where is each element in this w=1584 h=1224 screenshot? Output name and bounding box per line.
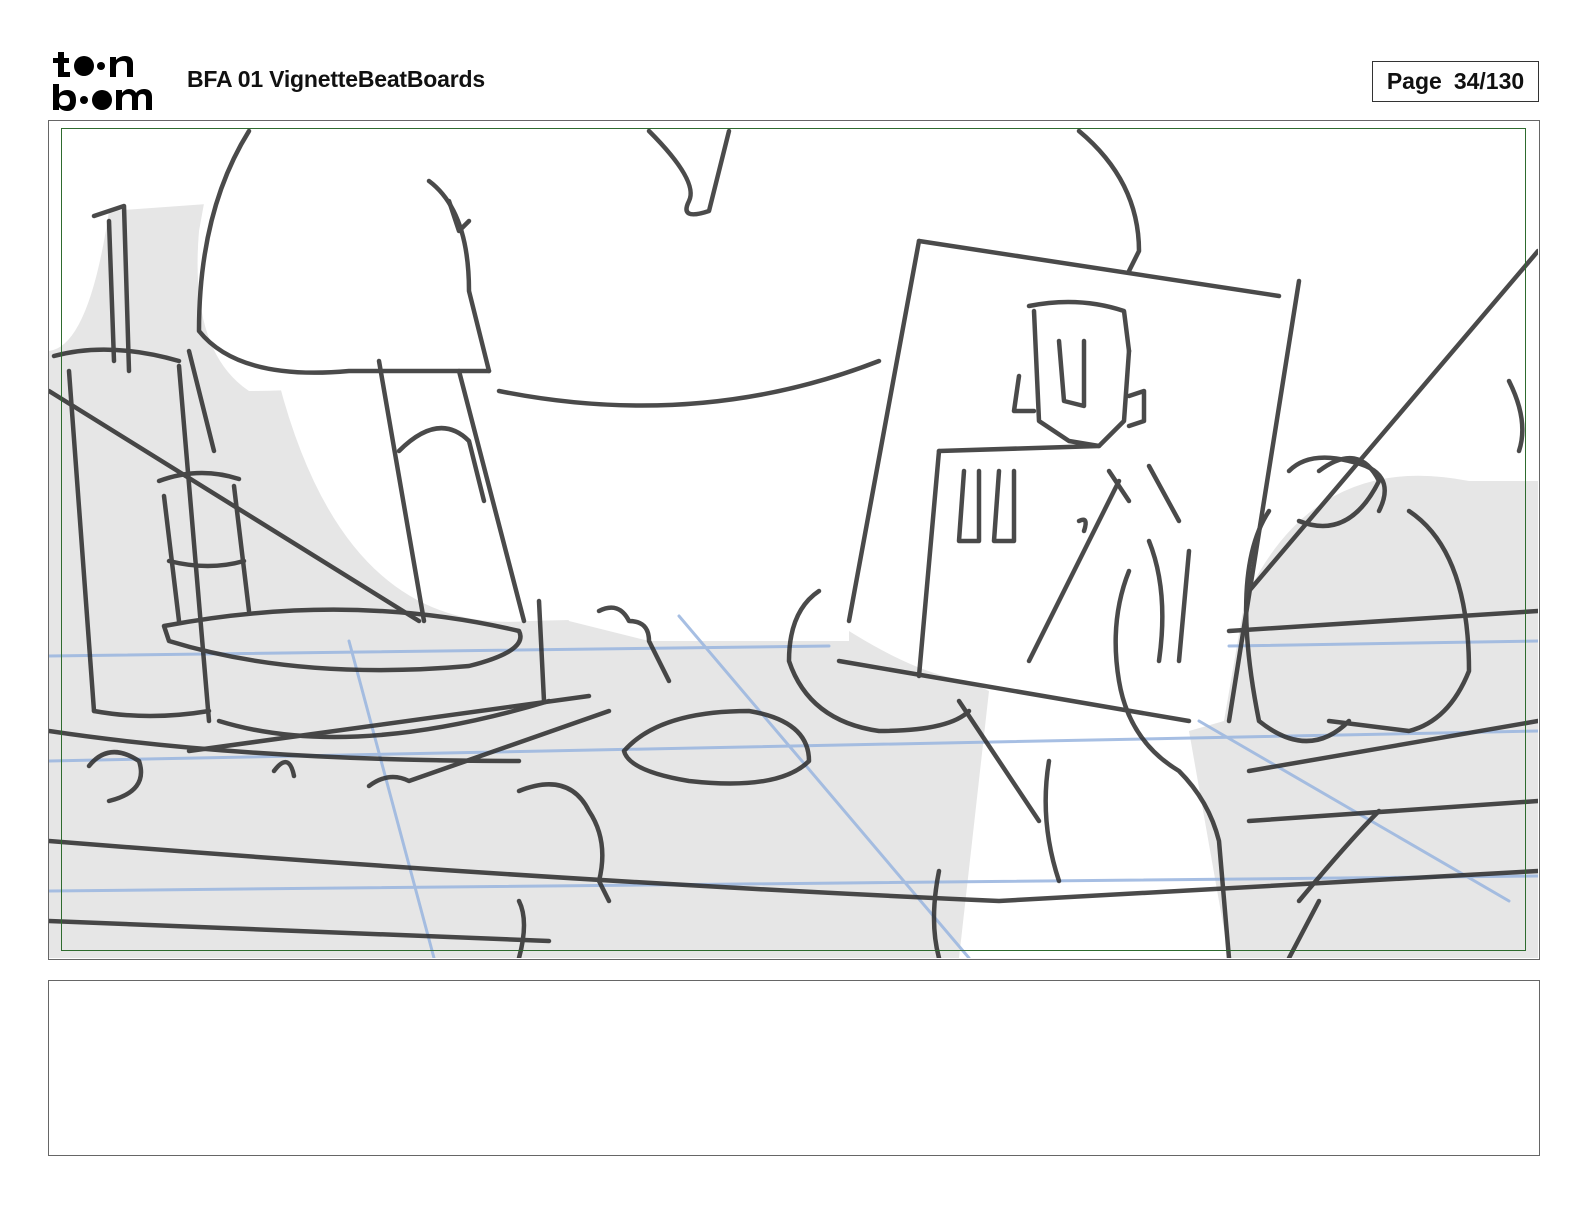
panel-notes-box[interactable] <box>48 980 1540 1156</box>
page-number: 34/130 <box>1453 68 1525 94</box>
storyboard-panel[interactable] <box>48 120 1540 960</box>
page-label: Page <box>1386 68 1442 94</box>
project-title: BFA 01 VignetteBeatBoards <box>187 66 485 92</box>
page-indicator: Page 34/130 <box>1372 61 1539 102</box>
storyboard-sketch-image <box>49 121 1538 958</box>
toonboom-logo-mark <box>53 52 152 111</box>
toonboom-logo <box>52 50 164 112</box>
